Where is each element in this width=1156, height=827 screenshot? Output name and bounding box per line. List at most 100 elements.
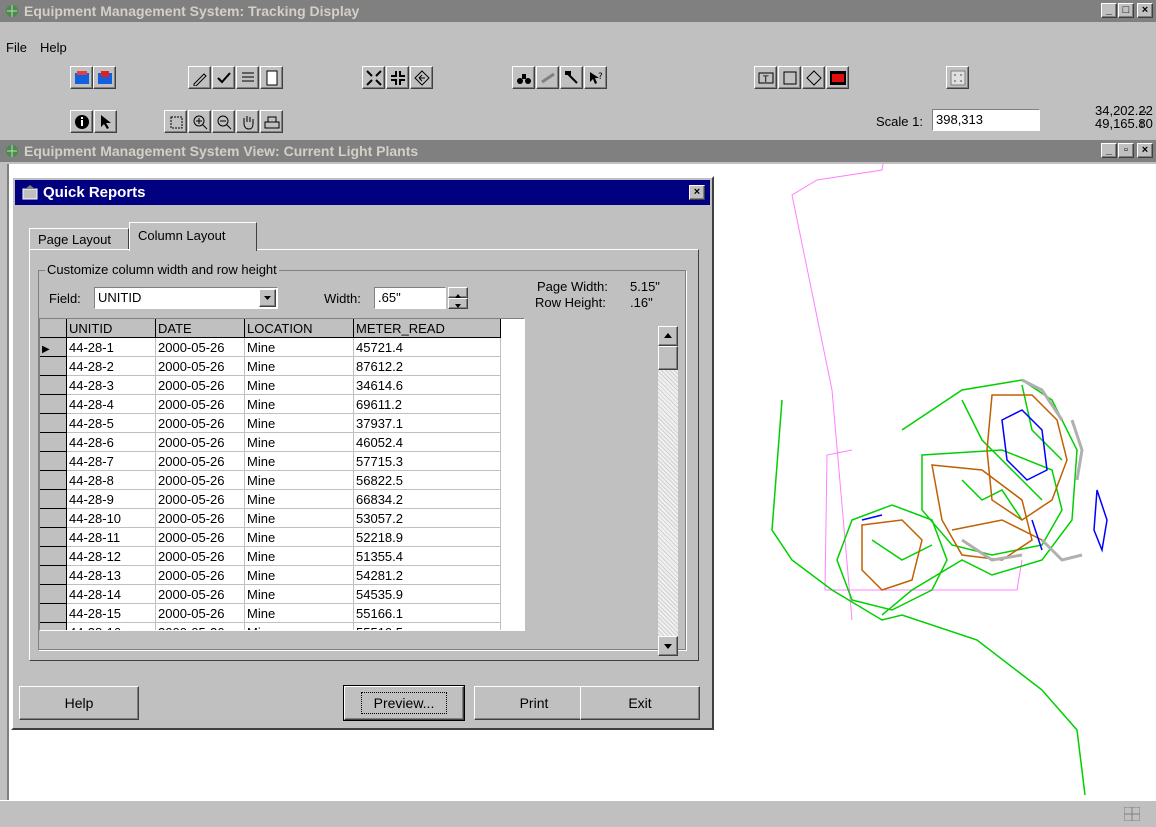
previous-extent-button[interactable] — [410, 66, 433, 89]
find-button[interactable] — [512, 66, 535, 89]
row-selector[interactable] — [40, 565, 67, 585]
table-cell[interactable]: 52218.9 — [353, 527, 501, 547]
hammer-button[interactable] — [560, 66, 583, 89]
width-spinner[interactable] — [448, 287, 468, 309]
preview-button[interactable]: Preview... — [343, 685, 465, 721]
row-selector[interactable] — [40, 622, 67, 630]
text-box-button[interactable]: T — [754, 66, 777, 89]
symbol-button[interactable] — [802, 66, 825, 89]
dialog-close-button[interactable]: × — [689, 185, 705, 200]
table-cell[interactable]: 44-28-8 — [66, 470, 156, 490]
header-unitid[interactable]: UNITID — [66, 319, 156, 338]
tab-page-layout[interactable]: Page Layout — [29, 228, 129, 250]
table-cell[interactable]: 44-28-10 — [66, 508, 156, 528]
view-close-button[interactable]: × — [1137, 143, 1153, 158]
table-cell[interactable]: Mine — [244, 394, 354, 414]
table-cell[interactable]: Mine — [244, 622, 354, 630]
help-button[interactable]: Help — [19, 686, 139, 720]
table-row[interactable]: 44-28-7 2000-05-26 Mine 57715.3 — [40, 451, 501, 471]
view-minimize-button[interactable]: _ — [1101, 143, 1117, 158]
edit-pencil-button[interactable] — [188, 66, 211, 89]
table-cell[interactable]: 2000-05-26 — [155, 489, 245, 509]
pan-button[interactable] — [236, 110, 259, 133]
table-cell[interactable]: 2000-05-26 — [155, 337, 245, 357]
row-selector[interactable] — [40, 432, 67, 452]
table-cell[interactable]: Mine — [244, 375, 354, 395]
header-meter-read[interactable]: METER_READ — [353, 319, 501, 338]
view-restore-button[interactable]: ▫ — [1118, 143, 1134, 158]
menu-file[interactable]: File — [6, 40, 27, 55]
layers-blue-button[interactable] — [70, 66, 93, 89]
table-cell[interactable]: 2000-05-26 — [155, 508, 245, 528]
table-cell[interactable]: 45721.4 — [353, 337, 501, 357]
table-cell[interactable]: 55510.5 — [353, 622, 501, 630]
table-row[interactable]: 44-28-11 2000-05-26 Mine 52218.9 — [40, 527, 501, 547]
table-cell[interactable]: 51355.4 — [353, 546, 501, 566]
table-cell[interactable]: 2000-05-26 — [155, 622, 245, 630]
table-cell[interactable]: 2000-05-26 — [155, 584, 245, 604]
zoom-in-button[interactable] — [188, 110, 211, 133]
table-cell[interactable]: 2000-05-26 — [155, 356, 245, 376]
zoom-box-button[interactable] — [164, 110, 187, 133]
table-cell[interactable]: 37937.1 — [353, 413, 501, 433]
layers-red-button[interactable] — [93, 66, 116, 89]
table-cell[interactable]: 66834.2 — [353, 489, 501, 509]
table-cell[interactable]: 2000-05-26 — [155, 470, 245, 490]
maximize-button[interactable]: □ — [1118, 3, 1134, 18]
table-cell[interactable]: 87612.2 — [353, 356, 501, 376]
table-cell[interactable]: 44-28-13 — [66, 565, 156, 585]
row-selector[interactable] — [40, 489, 67, 509]
table-cell[interactable]: 46052.4 — [353, 432, 501, 452]
table-cell[interactable]: Mine — [244, 432, 354, 452]
row-selector[interactable] — [40, 470, 67, 490]
table-row[interactable]: 44-28-14 2000-05-26 Mine 54535.9 — [40, 584, 501, 604]
table-cell[interactable]: Mine — [244, 489, 354, 509]
table-cell[interactable]: Mine — [244, 546, 354, 566]
table-row[interactable]: ▶ 44-28-1 2000-05-26 Mine 45721.4 — [40, 337, 501, 357]
width-input[interactable]: .65" — [374, 287, 446, 309]
table-cell[interactable]: Mine — [244, 565, 354, 585]
minimize-button[interactable]: _ — [1101, 3, 1117, 18]
query-help-button[interactable]: ? — [584, 66, 607, 89]
table-cell[interactable]: Mine — [244, 337, 354, 357]
measure-button[interactable] — [536, 66, 559, 89]
table-cell[interactable]: Mine — [244, 584, 354, 604]
table-cell[interactable]: 2000-05-26 — [155, 375, 245, 395]
info-button[interactable] — [70, 110, 93, 133]
table-row[interactable]: 44-28-6 2000-05-26 Mine 46052.4 — [40, 432, 501, 452]
tab-column-layout[interactable]: Column Layout — [129, 222, 257, 251]
table-cell[interactable]: 53057.2 — [353, 508, 501, 528]
scale-input[interactable]: 398,313 — [932, 109, 1040, 131]
pattern-button[interactable] — [946, 66, 969, 89]
table-row[interactable]: 44-28-5 2000-05-26 Mine 37937.1 — [40, 413, 501, 433]
edit-check-button[interactable] — [212, 66, 235, 89]
table-cell[interactable]: Mine — [244, 603, 354, 623]
close-button[interactable]: × — [1137, 3, 1153, 18]
print-map-button[interactable] — [260, 110, 283, 133]
table-cell[interactable]: 44-28-15 — [66, 603, 156, 623]
spin-up-button[interactable] — [448, 287, 468, 298]
field-dropdown[interactable]: UNITID — [94, 287, 278, 309]
table-cell[interactable]: 44-28-4 — [66, 394, 156, 414]
row-selector[interactable] — [40, 356, 67, 376]
scroll-down-button[interactable] — [658, 636, 678, 656]
scroll-thumb[interactable] — [658, 346, 678, 370]
table-row[interactable]: 44-28-162000-05-26Mine55510.5 — [40, 622, 501, 630]
table-cell[interactable]: 55166.1 — [353, 603, 501, 623]
blank-page-button[interactable] — [260, 66, 283, 89]
table-cell[interactable]: Mine — [244, 451, 354, 471]
edit-list-button[interactable] — [236, 66, 259, 89]
spin-down-button[interactable] — [448, 298, 468, 309]
table-cell[interactable]: 2000-05-26 — [155, 413, 245, 433]
table-cell[interactable]: 44-28-14 — [66, 584, 156, 604]
table-cell[interactable]: Mine — [244, 413, 354, 433]
table-cell[interactable]: 2000-05-26 — [155, 432, 245, 452]
table-cell[interactable]: 44-28-1 — [66, 337, 156, 357]
rectangle-button[interactable] — [778, 66, 801, 89]
exit-button[interactable]: Exit — [580, 686, 700, 720]
table-cell[interactable]: 2000-05-26 — [155, 565, 245, 585]
row-selector[interactable] — [40, 375, 67, 395]
row-selector[interactable] — [40, 413, 67, 433]
table-cell[interactable]: 44-28-7 — [66, 451, 156, 471]
table-cell[interactable]: Mine — [244, 527, 354, 547]
